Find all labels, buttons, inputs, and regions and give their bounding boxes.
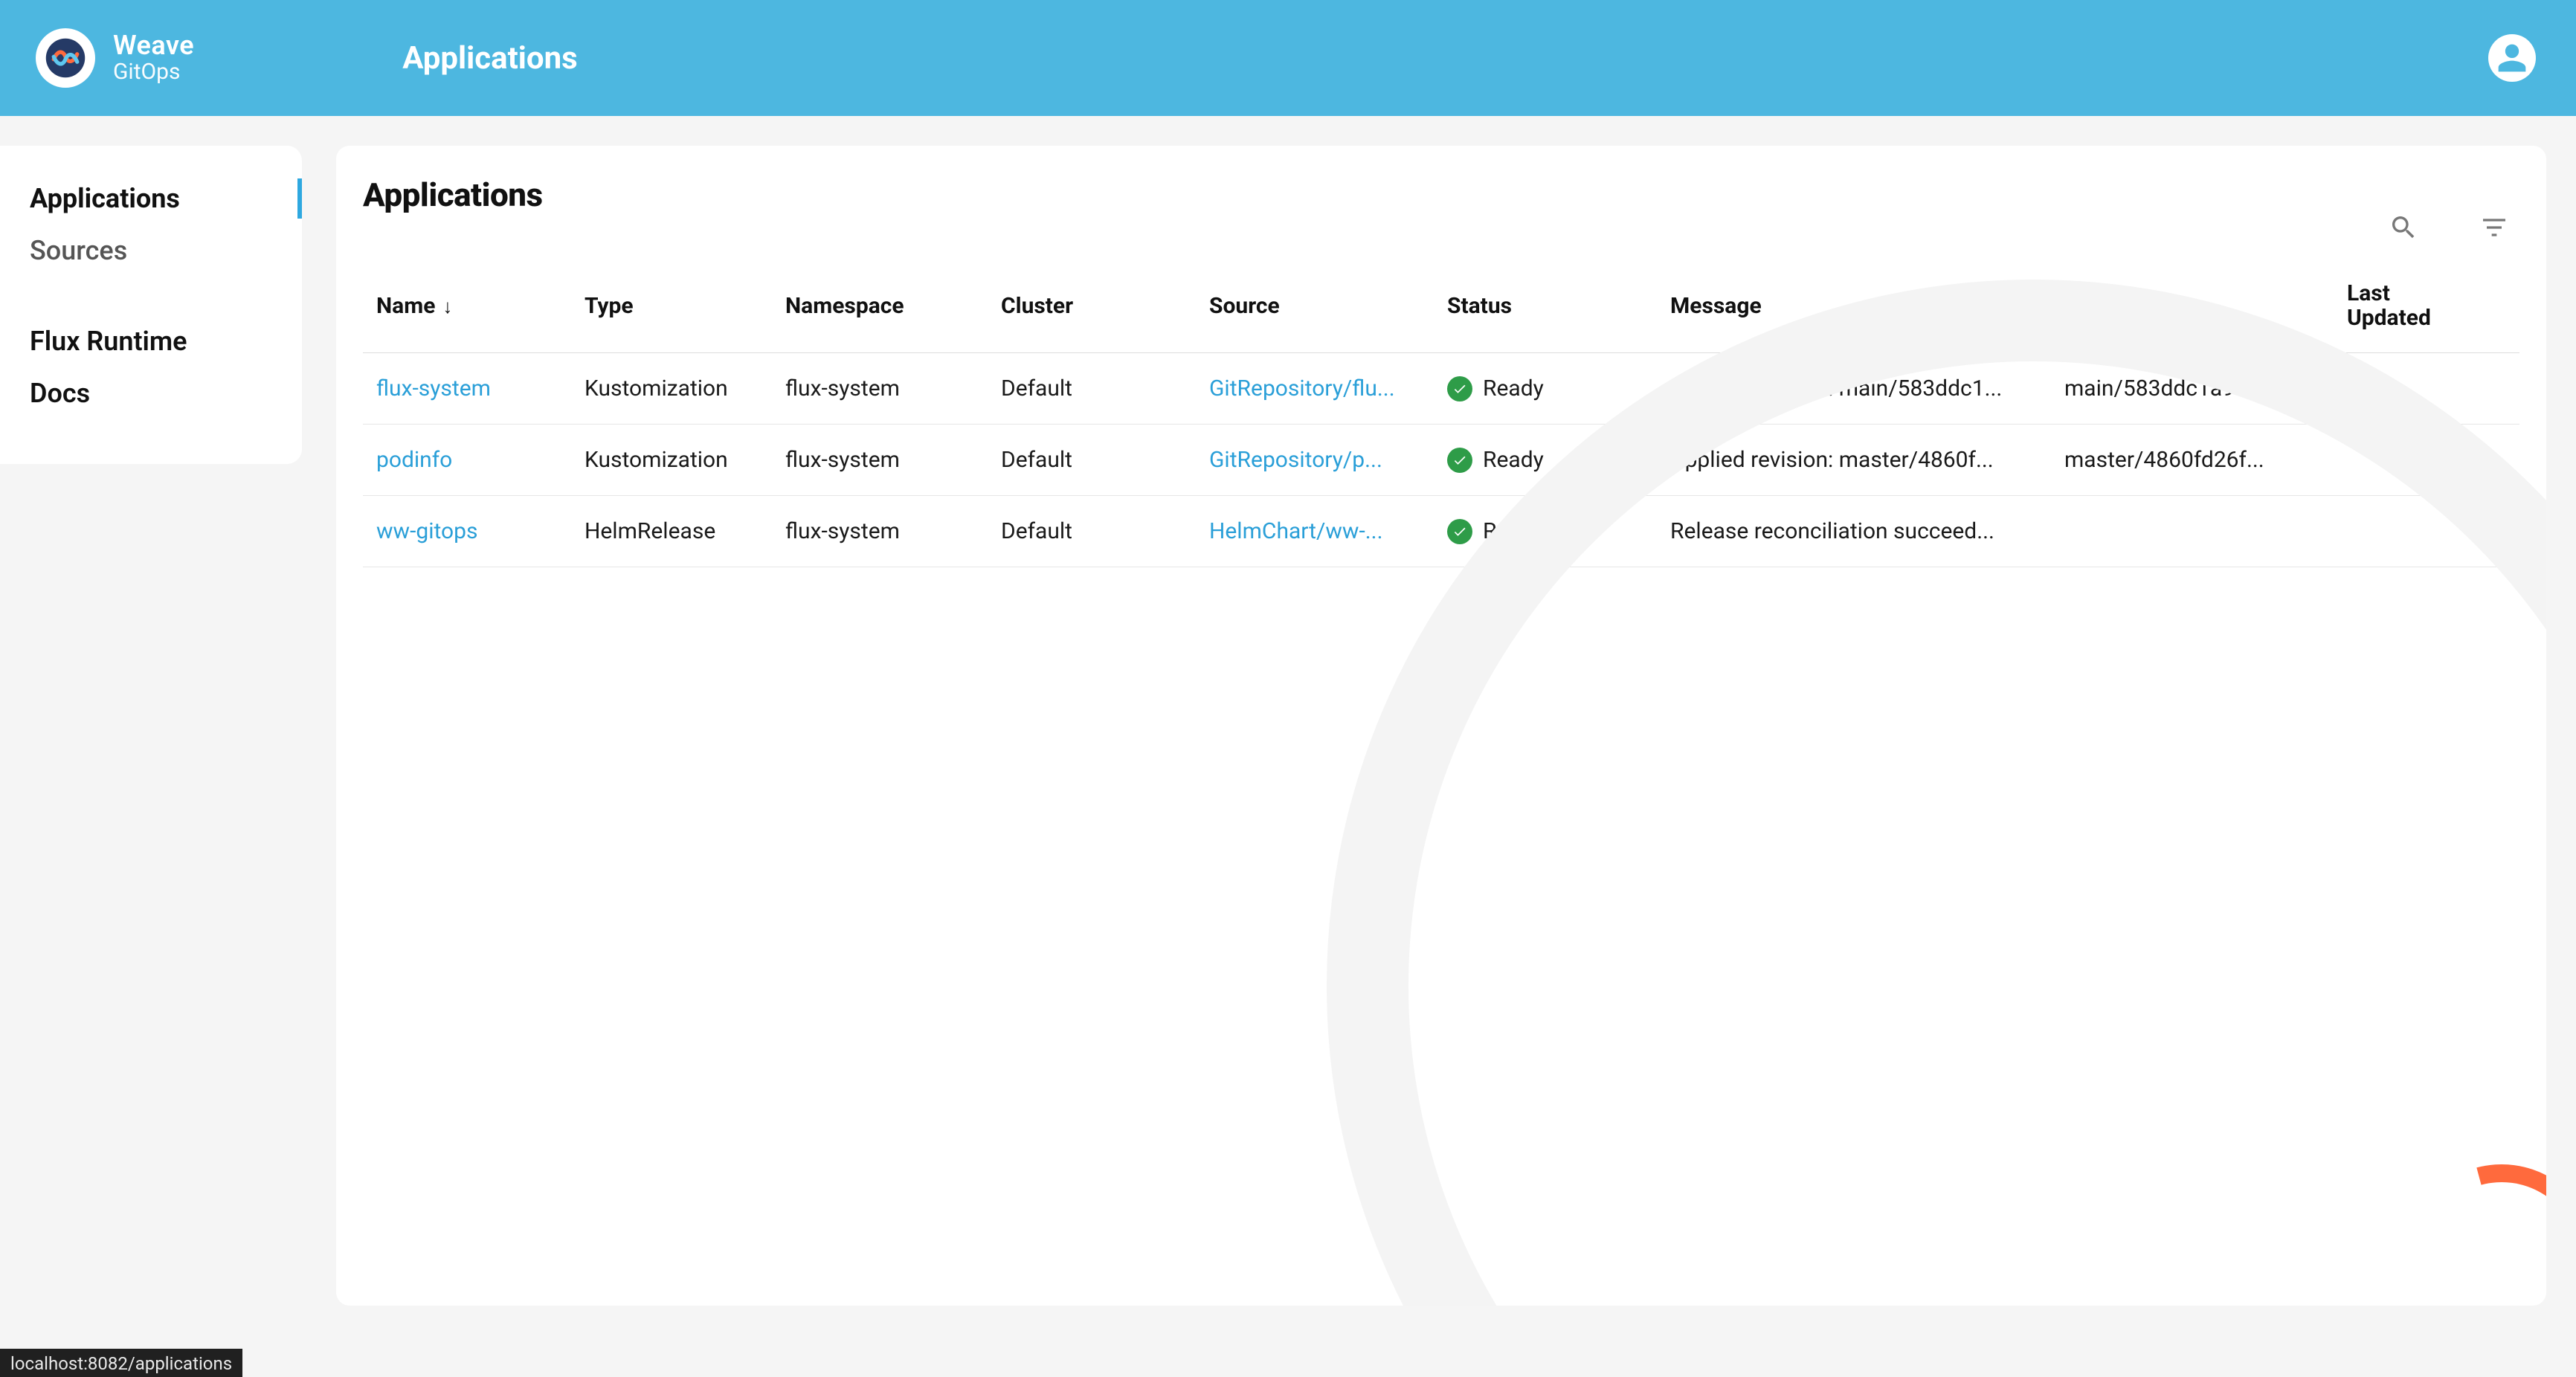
status-badge: Ready bbox=[1447, 375, 1643, 402]
decorative-arc bbox=[2369, 1129, 2546, 1306]
cell-namespace: flux-system bbox=[772, 353, 988, 425]
user-icon bbox=[2496, 42, 2528, 74]
check-circle-icon bbox=[1447, 376, 1472, 402]
table-row: ww-gitops HelmRelease flux-system Defaul… bbox=[363, 496, 2519, 567]
source-link[interactable]: GitRepository/p... bbox=[1209, 447, 1382, 473]
cell-namespace: flux-system bbox=[772, 496, 988, 567]
col-header-last-updated[interactable]: Last Updated bbox=[2334, 259, 2519, 353]
app-name-link[interactable]: ww-gitops bbox=[376, 518, 477, 544]
sidebar-item-applications[interactable]: Applications bbox=[0, 172, 302, 225]
status-badge: Ready bbox=[1447, 518, 1643, 544]
col-header-status[interactable]: Status bbox=[1434, 259, 1657, 353]
col-header-namespace[interactable]: Namespace bbox=[772, 259, 988, 353]
cell-cluster: Default bbox=[988, 353, 1196, 425]
cell-type: HelmRelease bbox=[571, 496, 772, 567]
filter-icon[interactable] bbox=[2479, 213, 2509, 242]
table-header-row: Name↓ Type Namespace Cluster Source Stat… bbox=[363, 259, 2519, 353]
user-menu-button[interactable] bbox=[2488, 34, 2536, 82]
cell-namespace: flux-system bbox=[772, 425, 988, 496]
col-header-type[interactable]: Type bbox=[571, 259, 772, 353]
brand[interactable]: Weave GitOps bbox=[36, 28, 194, 88]
brand-subname: GitOps bbox=[113, 60, 194, 84]
brand-logo-icon bbox=[36, 28, 95, 88]
cell-message: Release reconciliation succeed... bbox=[1657, 496, 2051, 567]
search-icon[interactable] bbox=[2389, 213, 2418, 242]
app-name-link[interactable]: flux-system bbox=[376, 375, 491, 402]
applications-table: Name↓ Type Namespace Cluster Source Stat… bbox=[363, 259, 2519, 567]
brand-name: Weave bbox=[113, 32, 194, 60]
sidebar-item-sources[interactable]: Sources bbox=[0, 225, 302, 277]
cell-type: Kustomization bbox=[571, 353, 772, 425]
browser-status-url: localhost:8082/applications bbox=[0, 1349, 242, 1377]
sort-arrow-down-icon: ↓ bbox=[442, 296, 452, 318]
main-panel: Applications N bbox=[336, 146, 2546, 1306]
source-link[interactable]: GitRepository/flu... bbox=[1209, 375, 1395, 402]
check-circle-icon bbox=[1447, 519, 1472, 544]
col-header-name[interactable]: Name↓ bbox=[363, 259, 571, 353]
sidebar-item-flux-runtime[interactable]: Flux Runtime bbox=[0, 315, 302, 367]
app-name-link[interactable]: podinfo bbox=[376, 447, 452, 473]
sidebar-item-docs[interactable]: Docs bbox=[0, 367, 302, 419]
sidebar: Applications Sources Flux Runtime Docs bbox=[0, 146, 302, 464]
page-title: Applications bbox=[363, 175, 543, 214]
header-bar: Weave GitOps Applications bbox=[0, 0, 2576, 116]
header-page-title: Applications bbox=[402, 40, 578, 77]
cell-revision bbox=[2051, 496, 2334, 567]
cell-cluster: Default bbox=[988, 425, 1196, 496]
col-header-source[interactable]: Source bbox=[1196, 259, 1434, 353]
cell-revision: main/583ddc1a99f... bbox=[2051, 353, 2334, 425]
col-header-revision[interactable]: Revision bbox=[2051, 259, 2334, 353]
table-row: podinfo Kustomization flux-system Defaul… bbox=[363, 425, 2519, 496]
cell-message: Applied revision: master/4860f... bbox=[1657, 425, 2051, 496]
weave-logo-icon bbox=[45, 37, 86, 79]
source-link[interactable]: HelmChart/ww-... bbox=[1209, 518, 1382, 544]
cell-type: Kustomization bbox=[571, 425, 772, 496]
status-badge: Ready bbox=[1447, 447, 1643, 473]
col-header-cluster[interactable]: Cluster bbox=[988, 259, 1196, 353]
cell-cluster: Default bbox=[988, 496, 1196, 567]
cell-revision: master/4860fd26f... bbox=[2051, 425, 2334, 496]
col-header-message[interactable]: Message bbox=[1657, 259, 2051, 353]
check-circle-icon bbox=[1447, 448, 1472, 473]
table-row: flux-system Kustomization flux-system De… bbox=[363, 353, 2519, 425]
cell-message: Applied revision: main/583ddc1... bbox=[1657, 353, 2051, 425]
